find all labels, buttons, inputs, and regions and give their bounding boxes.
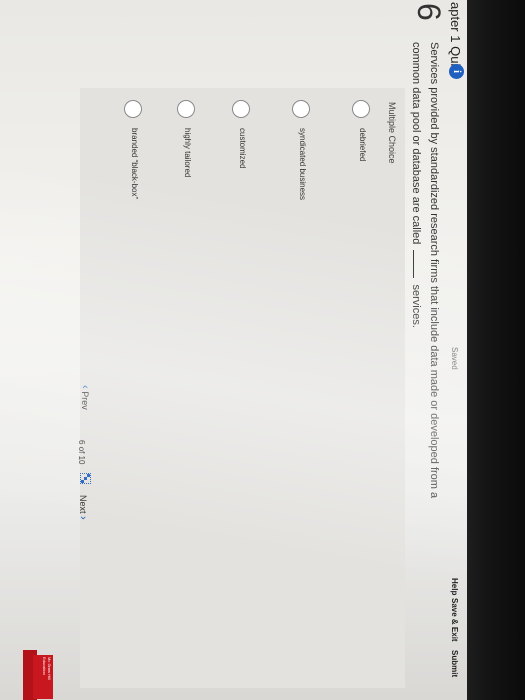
screen-bezel bbox=[467, 0, 525, 700]
next-button[interactable]: Next › bbox=[77, 495, 89, 520]
question-type-label: Multiple Choice bbox=[387, 102, 397, 164]
answer-option[interactable]: syndicated business bbox=[270, 88, 310, 648]
next-label: Next bbox=[78, 495, 88, 514]
chevron-left-icon: ‹ bbox=[79, 385, 91, 389]
grid-icon[interactable] bbox=[80, 473, 91, 484]
prev-label: Prev bbox=[80, 391, 90, 410]
answer-option-label[interactable]: debriefed bbox=[358, 128, 367, 161]
prev-button[interactable]: ‹ Prev bbox=[79, 385, 91, 410]
page-of: of bbox=[77, 446, 86, 454]
question-text-end: services. bbox=[410, 284, 422, 328]
answer-option-label[interactable]: branded “black-box” bbox=[130, 128, 139, 199]
answer-option-label[interactable]: syndicated business bbox=[298, 128, 307, 200]
help-link[interactable]: Help bbox=[450, 578, 459, 595]
question-number: 6 bbox=[411, 3, 447, 21]
answer-option[interactable]: branded “black-box” bbox=[102, 88, 142, 648]
radio-button[interactable] bbox=[292, 100, 310, 118]
radio-button[interactable] bbox=[124, 100, 142, 118]
answer-option[interactable]: customized bbox=[210, 88, 250, 648]
radio-button[interactable] bbox=[177, 100, 195, 118]
quiz-screen: apter 1 Quiz i Saved Help Save & Exit Su… bbox=[0, 0, 467, 700]
publisher-logo: Mc Graw Hill Education bbox=[33, 655, 53, 699]
answer-option-label[interactable]: customized bbox=[238, 128, 247, 168]
quiz-title: apter 1 Quiz bbox=[448, 2, 463, 73]
answer-panel: Multiple Choice debriefed syndicated bus… bbox=[80, 88, 405, 688]
question-blank bbox=[413, 250, 423, 279]
photo-stage: apter 1 Quiz i Saved Help Save & Exit Su… bbox=[0, 0, 525, 700]
page-indicator: 6 of 10 bbox=[77, 440, 86, 465]
page-current: 6 bbox=[77, 440, 86, 445]
page-total: 10 bbox=[77, 455, 86, 465]
submit-button[interactable]: Submit bbox=[450, 650, 459, 677]
save-exit-button[interactable]: Save & Exit bbox=[450, 598, 459, 642]
answer-option-label[interactable]: highly tailored bbox=[183, 128, 192, 177]
question-text: Services provided by standardized resear… bbox=[407, 42, 443, 522]
answer-option[interactable]: debriefed bbox=[330, 88, 370, 648]
chevron-right-icon: › bbox=[77, 516, 89, 520]
info-icon[interactable]: i bbox=[449, 64, 464, 79]
radio-button[interactable] bbox=[232, 100, 250, 118]
answer-option[interactable]: highly tailored bbox=[155, 88, 195, 648]
radio-button[interactable] bbox=[352, 100, 370, 118]
saved-status: Saved bbox=[450, 347, 459, 370]
